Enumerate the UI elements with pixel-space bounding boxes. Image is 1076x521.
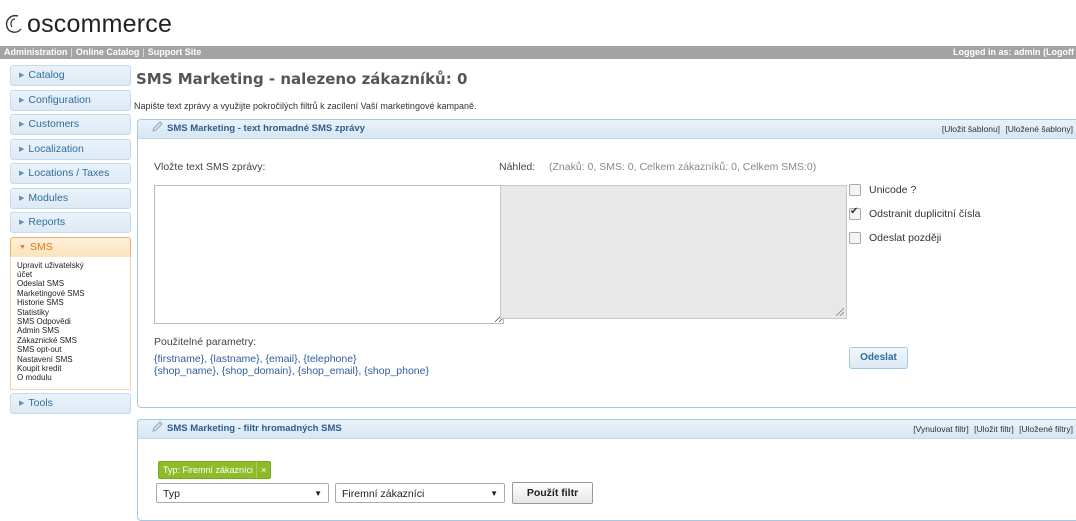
filter-panel: SMS Marketing - filtr hromadných SMS [Vy… bbox=[137, 419, 1076, 521]
sms-submenu: Upravit uživatelský účet Odeslat SMS Mar… bbox=[10, 256, 131, 390]
sidebar-item-label: Localization bbox=[28, 142, 84, 155]
filter-panel-title: SMS Marketing - filtr hromadných SMS bbox=[167, 423, 342, 434]
submenu-link-sms-replies[interactable]: SMS Odpovědi bbox=[17, 317, 124, 326]
sidebar-item-label: SMS bbox=[29, 240, 53, 253]
logged-in-logoff-link[interactable]: Logged in as: admin (Logoff bbox=[953, 47, 1074, 57]
online-catalog-link[interactable]: Online Catalog bbox=[76, 47, 140, 57]
apply-filter-button[interactable]: Použít filtr bbox=[512, 482, 593, 504]
triangle-right-icon: ▶ bbox=[19, 145, 25, 153]
triangle-down-icon: ▼ bbox=[19, 243, 26, 251]
sidebar-item-label: Configuration bbox=[28, 93, 91, 106]
send-later-option[interactable]: Odeslat později bbox=[849, 232, 941, 244]
filter-field-select[interactable]: Typ ▼ bbox=[156, 483, 329, 503]
params-label: Použitelné parametry: bbox=[154, 336, 257, 348]
remove-duplicates-checkbox[interactable] bbox=[849, 206, 861, 220]
unicode-option[interactable]: Unicode ? bbox=[849, 184, 916, 196]
send-later-checkbox[interactable] bbox=[849, 232, 861, 244]
sms-message-textarea[interactable] bbox=[154, 185, 504, 324]
submenu-link-edit-account-2[interactable]: účet bbox=[17, 270, 124, 279]
filter-field-value: Typ bbox=[163, 488, 180, 500]
saved-filters-link[interactable]: [Uložené filtry] bbox=[1019, 424, 1073, 434]
available-params: {firstname}, {lastname}, {email}, {telep… bbox=[154, 353, 429, 377]
submenu-link-sms-opt-out[interactable]: SMS opt-out bbox=[17, 345, 124, 354]
sidebar-item-locations-taxes[interactable]: ▶ Locations / Taxes bbox=[10, 163, 131, 184]
save-template-link[interactable]: [Uložit šablonu] bbox=[942, 124, 1000, 134]
params-line-2: {shop_name}, {shop_domain}, {shop_email}… bbox=[154, 364, 429, 377]
triangle-right-icon: ▶ bbox=[19, 96, 25, 104]
submenu-link-customer-sms[interactable]: Zákaznické SMS bbox=[17, 336, 124, 345]
filter-panel-header: SMS Marketing - filtr hromadných SMS [Vy… bbox=[138, 420, 1076, 439]
filter-value-select[interactable]: Firemní zákazníci ▼ bbox=[335, 483, 505, 503]
sidebar-item-tools[interactable]: ▶ Tools bbox=[10, 392, 131, 414]
sms-preview-box bbox=[500, 185, 847, 319]
submenu-link-sms-settings[interactable]: Nastavení SMS bbox=[17, 355, 124, 364]
remove-filter-icon[interactable]: × bbox=[256, 462, 270, 478]
dropdown-arrow-icon: ▼ bbox=[314, 489, 322, 498]
compose-panel-title: SMS Marketing - text hromadné SMS zprávy bbox=[167, 123, 365, 134]
dropdown-arrow-icon: ▼ bbox=[490, 489, 498, 498]
sidebar-item-localization[interactable]: ▶ Localization bbox=[10, 138, 131, 160]
support-site-link[interactable]: Support Site bbox=[148, 47, 202, 57]
submenu-link-edit-account[interactable]: Upravit uživatelský bbox=[17, 261, 124, 270]
resize-grip-icon bbox=[836, 308, 844, 316]
administration-link[interactable]: Administration bbox=[4, 47, 68, 57]
logo[interactable]: oscommerce bbox=[4, 6, 172, 42]
remove-duplicates-label: Odstranit duplicitní čísla bbox=[869, 208, 981, 220]
oscommerce-logo-icon bbox=[5, 14, 22, 33]
triangle-right-icon: ▶ bbox=[19, 219, 25, 226]
top-navigation-bar: Administration | Online Catalog | Support Si… bbox=[0, 46, 1076, 59]
submenu-link-send-sms[interactable]: Odeslat SMS bbox=[17, 279, 124, 288]
submenu-link-statistics[interactable]: Statistiky bbox=[17, 308, 124, 317]
compose-panel: SMS Marketing - text hromadné SMS zprávy… bbox=[137, 119, 1076, 408]
unicode-checkbox[interactable] bbox=[849, 184, 861, 196]
sidebar-item-modules[interactable]: ▶ Modules bbox=[10, 187, 131, 209]
submenu-link-sms-history[interactable]: Historie SMS bbox=[17, 298, 124, 307]
reset-filter-link[interactable]: [Vynulovat filtr] bbox=[913, 424, 968, 434]
submenu-link-marketing-sms[interactable]: Marketingové SMS bbox=[17, 289, 124, 298]
submenu-link-buy-credit[interactable]: Koupit kredit bbox=[17, 364, 124, 373]
sidebar-item-label: Catalog bbox=[28, 69, 65, 81]
page-intro-text: Napište text zprávy a využijte pokročilý… bbox=[134, 101, 477, 111]
sidebar-item-configuration[interactable]: ▶ Configuration bbox=[10, 89, 131, 111]
submenu-link-admin-sms[interactable]: Admin SMS bbox=[17, 326, 124, 335]
compose-panel-header: SMS Marketing - text hromadné SMS zprávy… bbox=[138, 120, 1076, 139]
brand-name: oscommerce bbox=[27, 9, 173, 38]
remove-duplicates-option[interactable]: Odstranit duplicitní čísla bbox=[849, 206, 981, 220]
save-filter-link[interactable]: [Uložit filtr] bbox=[974, 424, 1014, 434]
active-filter-tag: Typ: Firemní zákazníci × bbox=[158, 461, 272, 479]
preview-stats: (Znaků: 0, SMS: 0, Celkem zákazníků: 0, … bbox=[549, 161, 817, 173]
pencil-icon bbox=[152, 121, 163, 132]
send-button[interactable]: Odeslat bbox=[849, 347, 908, 369]
sidebar-item-customers[interactable]: ▶ Customers bbox=[10, 114, 131, 135]
sidebar-item-label: Reports bbox=[28, 216, 66, 228]
triangle-right-icon: ▶ bbox=[19, 121, 25, 128]
send-later-label: Odeslat později bbox=[869, 232, 942, 244]
page-title: SMS Marketing - nalezeno zákazníků: 0 bbox=[136, 70, 468, 88]
sidebar-item-label: Modules bbox=[28, 191, 69, 204]
submenu-link-about-module[interactable]: O modulu bbox=[17, 373, 124, 382]
sidebar-item-catalog[interactable]: ▶ Catalog bbox=[10, 65, 131, 86]
saved-templates-link[interactable]: [Uložené šablony] bbox=[1005, 124, 1073, 134]
unicode-label: Unicode ? bbox=[869, 184, 917, 196]
triangle-right-icon: ▶ bbox=[19, 399, 25, 407]
pencil-icon bbox=[152, 421, 163, 432]
params-line-1: {firstname}, {lastname}, {email}, {telep… bbox=[154, 353, 357, 365]
sidebar-item-label: Tools bbox=[28, 396, 53, 409]
active-filter-label: Typ: Firemní zákazníci bbox=[163, 465, 254, 475]
preview-label: Náhled: bbox=[499, 161, 536, 173]
triangle-right-icon: ▶ bbox=[19, 170, 25, 177]
sidebar-item-reports[interactable]: ▶ Reports bbox=[10, 212, 131, 233]
sidebar: ▶ Catalog ▶ Configuration ▶ Customers ▶ Loca… bbox=[10, 65, 131, 417]
sidebar-item-label: Locations / Taxes bbox=[28, 167, 110, 179]
sidebar-item-label: Customers bbox=[28, 118, 80, 130]
triangle-right-icon: ▶ bbox=[19, 194, 25, 202]
sidebar-item-sms[interactable]: ▼ SMS bbox=[10, 236, 131, 257]
triangle-right-icon: ▶ bbox=[19, 72, 25, 79]
filter-value-text: Firemní zákazníci bbox=[342, 488, 425, 500]
message-label: Vložte text SMS zprávy: bbox=[154, 161, 266, 173]
